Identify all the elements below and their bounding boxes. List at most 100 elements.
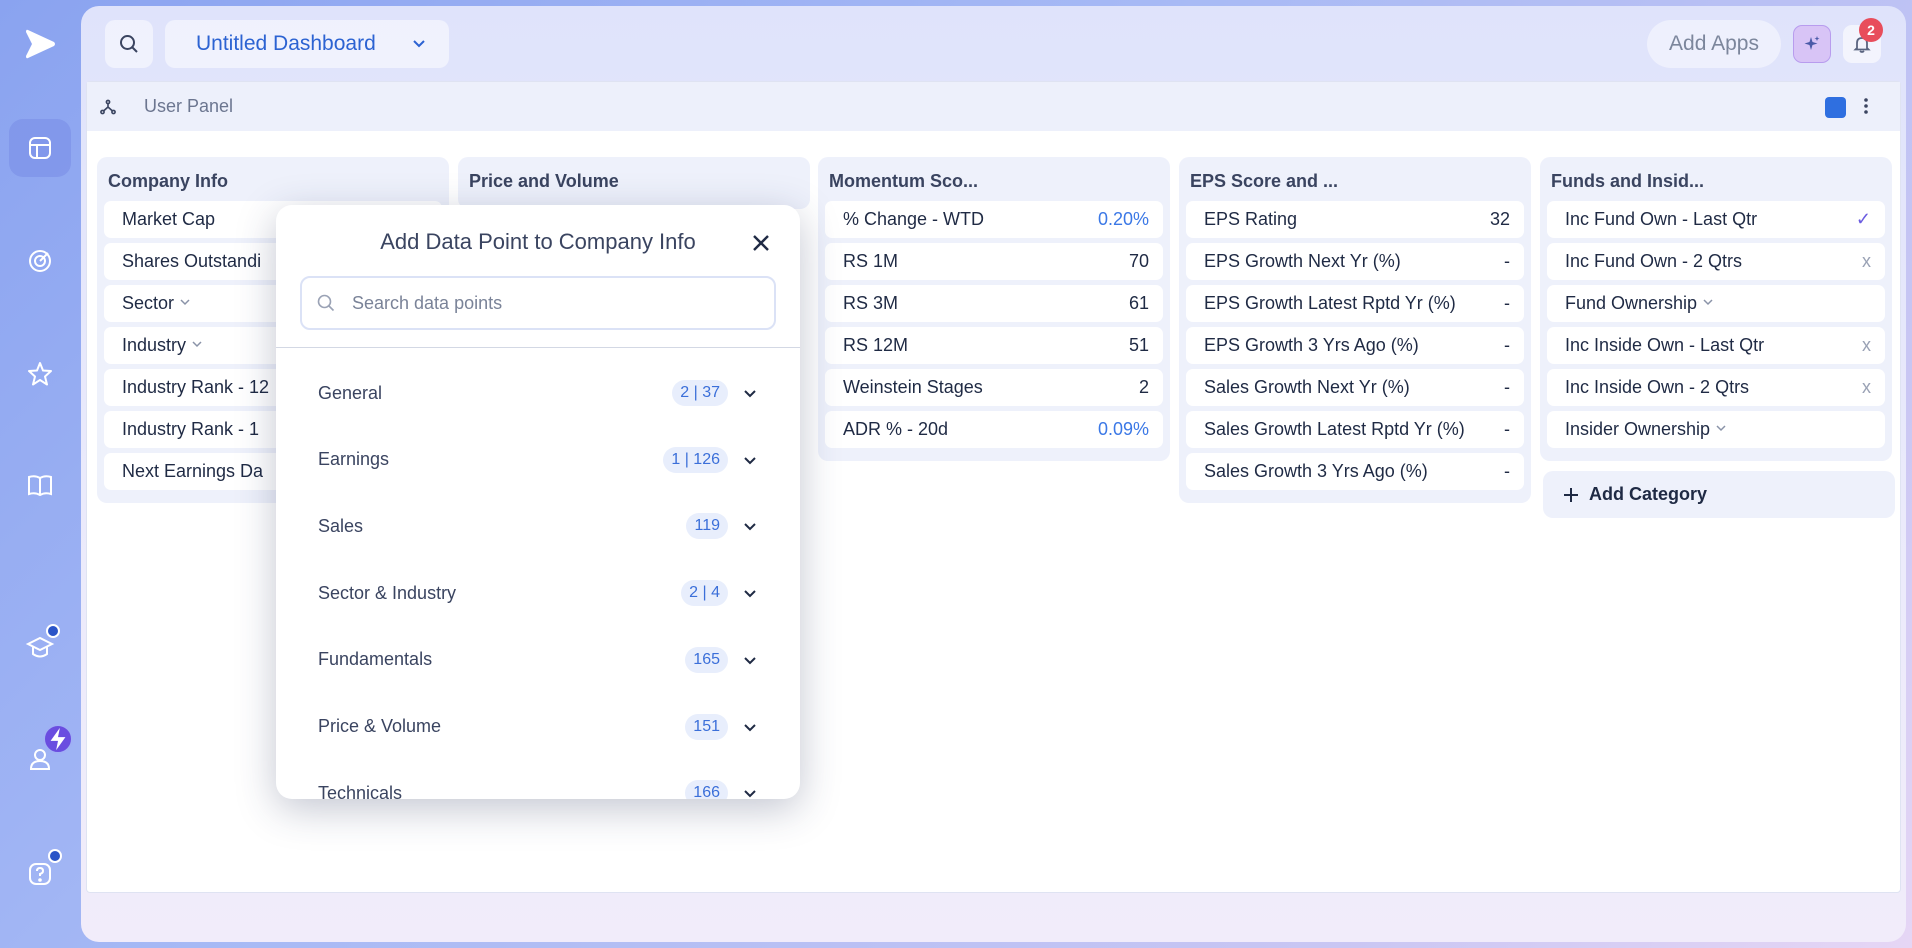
data-point-row[interactable]: Fund Ownership [1547,285,1885,322]
data-point-value: 0.20% [1097,209,1149,229]
chevron-down-icon[interactable] [742,585,758,601]
data-point-value[interactable]: ✓ [1856,209,1871,230]
data-point-label: Sales Growth Latest Rptd Yr (%) [1204,419,1465,439]
color-swatch[interactable] [1825,97,1846,118]
data-point-label: Industry [122,335,187,355]
column-title[interactable]: EPS Score and ... [1186,165,1524,201]
data-point-label: Weinstein Stages [843,377,983,397]
data-point-label: RS 3M [843,293,899,313]
sidebar-item-account[interactable] [9,724,73,788]
category-row[interactable]: General 2 | 37 [318,373,758,413]
panel-label: User Panel [144,96,234,116]
sidebar-item-watchlist[interactable] [9,345,71,403]
chevron-down-icon[interactable] [178,295,192,312]
column-title[interactable]: Price and Volume [465,165,803,201]
chevron-down-icon[interactable] [1701,295,1715,312]
dashboard-title: Untitled Dashboard [196,32,376,55]
search-data-points-input[interactable] [352,292,752,314]
data-point-dropdown[interactable]: Fund Ownership [1565,293,1715,314]
data-point-row[interactable]: Weinstein Stages 2 [825,369,1163,406]
data-point-dropdown[interactable]: Industry [122,335,204,356]
category-count-badge: 166 [685,780,728,799]
category-row[interactable]: Technicals 166 [318,773,758,799]
data-point-row[interactable]: EPS Growth Latest Rptd Yr (%) - [1186,285,1524,322]
add-data-point-modal: Add Data Point to Company Info General 2 … [276,205,800,799]
chevron-down-icon[interactable] [742,452,758,468]
sidebar-item-scanner[interactable] [9,232,71,290]
data-point-row[interactable]: Inc Inside Own - Last Qtr x [1547,327,1885,364]
column-title[interactable]: Funds and Insid... [1547,165,1885,201]
data-point-row[interactable]: RS 12M 51 [825,327,1163,364]
data-point-row[interactable]: EPS Rating 32 [1186,201,1524,238]
data-point-dropdown[interactable]: Insider Ownership [1565,419,1728,440]
add-category-label: Add Category [1589,484,1708,504]
radar-icon [29,250,51,272]
dashboard-selector[interactable]: Untitled Dashboard [165,20,449,68]
ai-assistant-button[interactable] [1793,25,1831,63]
data-point-row[interactable]: Inc Fund Own - Last Qtr ✓ [1547,201,1885,238]
chevron-down-icon[interactable] [742,785,758,799]
data-point-label: Industry Rank - 12 [122,377,270,397]
category-row[interactable]: Sector & Industry 2 | 4 [318,573,758,613]
data-point-row[interactable]: Insider Ownership [1547,411,1885,448]
data-point-value: - [1504,461,1510,481]
chevron-down-icon[interactable] [742,518,758,534]
category-name: Earnings [318,449,390,470]
data-point-label: Inc Inside Own - 2 Qtrs [1565,377,1750,397]
chevron-down-icon[interactable] [190,337,204,354]
sidebar-item-learn[interactable] [9,456,71,514]
data-point-row[interactable]: Sales Growth 3 Yrs Ago (%) - [1186,453,1524,490]
data-point-row[interactable]: Sales Growth Next Yr (%) - [1186,369,1524,406]
sidebar-item-dashboard[interactable] [9,119,71,177]
search-button[interactable] [105,20,153,68]
data-point-label: EPS Rating [1204,209,1298,229]
data-point-row[interactable]: % Change - WTD 0.20% [825,201,1163,238]
more-options-icon[interactable] [1863,96,1869,116]
data-point-label: EPS Growth Next Yr (%) [1204,251,1401,271]
chevron-down-icon[interactable] [742,652,758,668]
sidebar-item-help[interactable] [9,845,71,903]
data-point-row[interactable]: RS 1M 70 [825,243,1163,280]
data-point-label: Next Earnings Da [122,461,264,481]
dashboard-icon [29,137,51,159]
data-point-value[interactable]: x [1862,377,1871,398]
notification-dot [48,849,62,863]
data-point-row[interactable]: Inc Fund Own - 2 Qtrs x [1547,243,1885,280]
data-point-row[interactable]: ADR % - 20d 0.09% [825,411,1163,448]
data-point-value[interactable]: x [1862,335,1871,356]
category-row[interactable]: Sales 119 [318,506,758,546]
data-point-row[interactable]: Sales Growth Latest Rptd Yr (%) - [1186,411,1524,448]
add-apps-button[interactable]: Add Apps [1647,20,1781,68]
sidebar-item-education[interactable] [9,618,71,676]
data-point-row[interactable]: Inc Inside Own - 2 Qtrs x [1547,369,1885,406]
logo-icon[interactable] [22,26,58,62]
data-point-dropdown[interactable]: Sector [122,293,192,314]
data-point-value: 32 [1489,209,1510,229]
hierarchy-icon[interactable] [100,99,116,115]
chevron-down-icon[interactable] [742,385,758,401]
add-category-button[interactable]: Add Category [1543,471,1895,518]
data-point-value: - [1504,335,1510,355]
close-icon[interactable] [750,232,772,254]
data-point-row[interactable]: EPS Growth Next Yr (%) - [1186,243,1524,280]
data-point-label: Inc Fund Own - 2 Qtrs [1565,251,1743,271]
chevron-down-icon[interactable] [742,719,758,735]
data-point-row[interactable]: RS 3M 61 [825,285,1163,322]
category-name: Sales [318,515,364,536]
category-row[interactable]: Earnings 1 | 126 [318,440,758,480]
data-point-label: Market Cap [122,209,216,229]
column-title[interactable]: Company Info [104,165,442,201]
chevron-down-icon[interactable] [1714,421,1728,438]
data-point-value: 51 [1128,335,1149,355]
lightning-icon [50,727,66,751]
star-icon [28,362,52,386]
data-point-row[interactable]: EPS Growth 3 Yrs Ago (%) - [1186,327,1524,364]
data-point-label: Insider Ownership [1565,419,1711,439]
data-point-label: Sector [122,293,175,313]
divider [276,347,800,348]
category-row[interactable]: Fundamentals 165 [318,640,758,680]
data-point-value: - [1504,419,1510,439]
category-row[interactable]: Price & Volume 151 [318,707,758,747]
data-point-value[interactable]: x [1862,251,1871,272]
column-title[interactable]: Momentum Sco... [825,165,1163,201]
